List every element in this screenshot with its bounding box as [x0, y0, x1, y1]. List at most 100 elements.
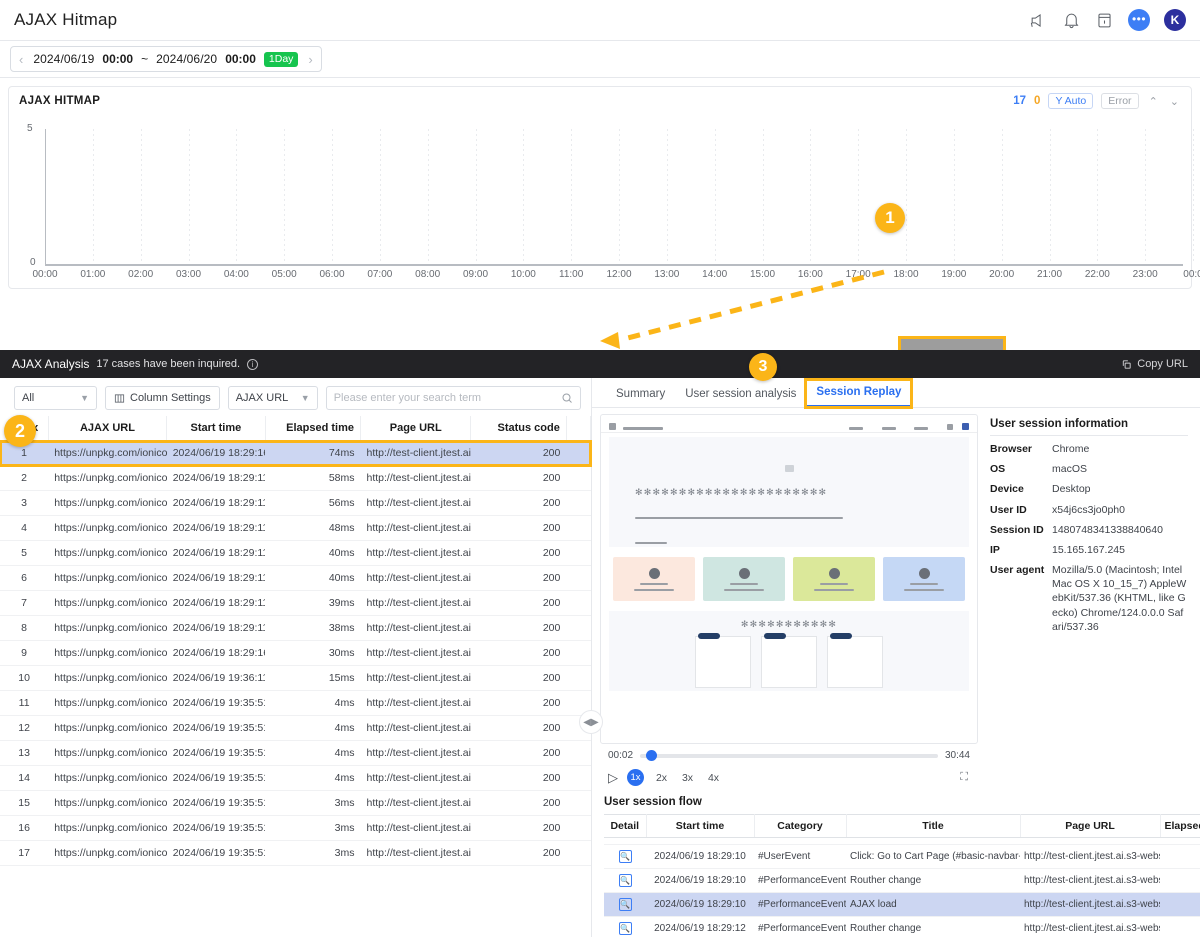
date-range-picker[interactable]: ‹ 2024/06/19 00:00 ~ 2024/06/20 00:00 1D…	[10, 46, 322, 72]
detail-button[interactable]: 🔍	[604, 892, 646, 917]
range-end-date: 2024/06/20	[156, 52, 218, 66]
session-info-value: 15.165.167.245	[1052, 543, 1125, 556]
tab-summary[interactable]: Summary	[606, 382, 675, 407]
column-settings-button[interactable]: Column Settings	[105, 386, 220, 410]
col-category[interactable]: Category	[754, 814, 847, 838]
table-row[interactable]: 1 https://unpkg.com/ionicon 2024/06/19 18:…	[0, 439, 592, 467]
prev-range-button[interactable]: ‹	[17, 52, 25, 67]
col-page-url[interactable]: Page URL	[1020, 814, 1161, 838]
tab-user-session-analysis[interactable]: User session analysis	[675, 382, 806, 407]
info-icon[interactable]: i	[247, 358, 259, 370]
fullscreen-icon[interactable]: ⛶	[960, 771, 968, 784]
session-info-row: User ID x54j6cs3jo0ph0	[990, 503, 1188, 517]
player-seek-knob[interactable]	[645, 749, 657, 761]
col-elapsed[interactable]: Elapsed time	[265, 416, 362, 441]
table-row[interactable]: 5 https://unpkg.com/ionicon 2024/06/19 18:…	[0, 540, 591, 566]
chevron-up-icon[interactable]: ⌃	[1147, 95, 1160, 108]
replay-viewport[interactable]: ✻✻✻✻✻✻✻✻✻✻✻✻✻✻✻✻✻✻✻✻✻✻ ✻✻✻✻✻✻✻✻✻✻✻	[600, 414, 978, 744]
y-auto-button[interactable]: Y Auto	[1048, 93, 1094, 109]
cell-ajax-url: https://unpkg.com/ionicon	[48, 515, 167, 541]
card-icon	[648, 567, 660, 579]
player-seek-track[interactable]	[640, 749, 938, 761]
speed-4x-button[interactable]: 4x	[705, 769, 722, 786]
cell-spacer	[566, 540, 591, 566]
table-row[interactable]: 15 https://unpkg.com/ionicon 2024/06/19 19…	[0, 790, 591, 816]
table-row[interactable]: 10 https://unpkg.com/ionicon 2024/06/19 19…	[0, 665, 591, 691]
error-count: 0	[1034, 95, 1041, 107]
speed-2x-button[interactable]: 2x	[653, 769, 670, 786]
chart-gridline	[762, 129, 764, 264]
cell-ajax-url: https://unpkg.com/ionicon	[48, 465, 167, 491]
error-filter-button[interactable]: Error	[1101, 93, 1139, 109]
chevron-down-icon: ▼	[300, 393, 310, 403]
cell-page-url: http://test-client.jtest.ai.s3	[360, 465, 471, 491]
table-row[interactable]: 🔍 2024/06/19 18:29:10 #PerformanceEvent Rou…	[604, 868, 1200, 893]
chevron-down-icon[interactable]: ⌄	[1168, 95, 1181, 108]
search-field-select[interactable]: AJAX URL ▼	[227, 386, 318, 410]
col-title[interactable]: Title	[846, 814, 1021, 838]
analysis-header-left: AJAX Analysis 17 cases have been inquire…	[12, 357, 259, 371]
page-title: AJAX Hitmap	[14, 10, 118, 29]
col-start-time[interactable]: Start time	[166, 416, 266, 441]
detail-button[interactable]: 🔍	[604, 844, 646, 869]
session-info-value: 1480748341338840640	[1052, 523, 1163, 536]
chart-x-tick-label: 04:00	[223, 269, 249, 280]
chart-plot-area[interactable]: 5 0 00:00 01:00 02:00 03:00 04:00 05:00 06:00 0…	[9, 113, 1200, 382]
col-status-code[interactable]: Status code	[470, 416, 567, 441]
table-row[interactable]: 4 https://unpkg.com/ionicon 2024/06/19 18:…	[0, 515, 591, 541]
table-row[interactable]: 7 https://unpkg.com/ionicon 2024/06/19 18:…	[0, 590, 591, 616]
table-row[interactable]: 17 https://unpkg.com/ionicon 2024/06/19 19…	[0, 840, 591, 866]
cell-status-code: 200	[470, 490, 567, 516]
cell-ajax-url: https://unpkg.com/ionicon	[48, 640, 167, 666]
tab-session-replay[interactable]: Session Replay	[804, 378, 914, 409]
cell-category: #UserEvent	[754, 844, 846, 869]
table-row[interactable]: 8 https://unpkg.com/ionicon 2024/06/19 18:…	[0, 615, 591, 641]
cell-start-time: 2024/06/19 18:29:10	[646, 868, 754, 893]
chat-icon[interactable]: •••	[1128, 9, 1150, 31]
cell-ajax-url: https://unpkg.com/ionicon	[48, 665, 167, 691]
detail-button[interactable]: 🔍	[604, 916, 646, 937]
chart-x-tick-label: 07:00	[367, 269, 393, 280]
megaphone-icon[interactable]	[1029, 11, 1048, 30]
table-row[interactable]: 3 https://unpkg.com/ionicon 2024/06/19 18:…	[0, 490, 591, 516]
table-row[interactable]: 13 https://unpkg.com/ionicon 2024/06/19 19…	[0, 740, 591, 766]
table-row[interactable]: 16 https://unpkg.com/ionicon 2024/06/19 19…	[0, 815, 591, 841]
cell-spacer	[566, 640, 591, 666]
table-row[interactable]: 6 https://unpkg.com/ionicon 2024/06/19 18:…	[0, 565, 591, 591]
speed-3x-button[interactable]: 3x	[679, 769, 696, 786]
chart-gridline	[379, 129, 381, 264]
player-total-time: 30:44	[944, 750, 970, 761]
avatar[interactable]: K	[1164, 9, 1186, 31]
cell-page-url: http://test-client.jtest.ai.s3-website.a	[1020, 844, 1160, 869]
table-row[interactable]: 14 https://unpkg.com/ionicon 2024/06/19 19…	[0, 765, 591, 791]
replay-mock-product	[761, 633, 817, 688]
search-box[interactable]	[325, 386, 581, 410]
table-row[interactable]: 12 https://unpkg.com/ionicon 2024/06/19 19…	[0, 715, 591, 741]
detail-button[interactable]: 🔍	[604, 868, 646, 893]
col-start-time[interactable]: Start time	[646, 814, 755, 838]
search-input[interactable]	[333, 392, 557, 404]
magnifier-doc-icon: 🔍	[618, 850, 632, 863]
col-elapsed[interactable]: Elapsed	[1160, 814, 1200, 838]
cell-spacer	[566, 740, 591, 766]
table-row[interactable]: 2 https://unpkg.com/ionicon 2024/06/19 18:…	[0, 465, 591, 491]
search-icon[interactable]	[561, 392, 573, 404]
col-page-url[interactable]: Page URL	[360, 416, 472, 441]
table-row[interactable]: 🔍 2024/06/19 18:29:12 #PerformanceEvent Rou…	[604, 916, 1200, 937]
cell-elapsed	[1160, 868, 1200, 893]
next-range-button[interactable]: ›	[306, 52, 314, 67]
filter-select[interactable]: All ▼	[14, 386, 97, 410]
info-doc-icon[interactable]	[1095, 11, 1114, 30]
pane-resize-handle[interactable]: ◀▶	[579, 710, 603, 734]
table-row[interactable]: 9 https://unpkg.com/ionicon 2024/06/19 18:…	[0, 640, 591, 666]
col-ajax-url[interactable]: AJAX URL	[48, 416, 168, 441]
table-row[interactable]: 🔍 2024/06/19 18:29:10 #UserEvent Click: Go …	[604, 844, 1200, 869]
table-row[interactable]: 🔍 2024/06/19 18:29:10 #PerformanceEvent AJA…	[604, 892, 1200, 917]
play-button[interactable]: ▷	[608, 770, 618, 786]
speed-1x-button[interactable]: 1x	[627, 769, 644, 786]
copy-url-button[interactable]: Copy URL	[1121, 358, 1188, 370]
bell-icon[interactable]	[1062, 11, 1081, 30]
cell-start-time: 2024/06/19 18:29:11	[166, 515, 266, 541]
table-row[interactable]: 11 https://unpkg.com/ionicon 2024/06/19 19…	[0, 690, 591, 716]
cell-status-code: 200	[470, 665, 567, 691]
